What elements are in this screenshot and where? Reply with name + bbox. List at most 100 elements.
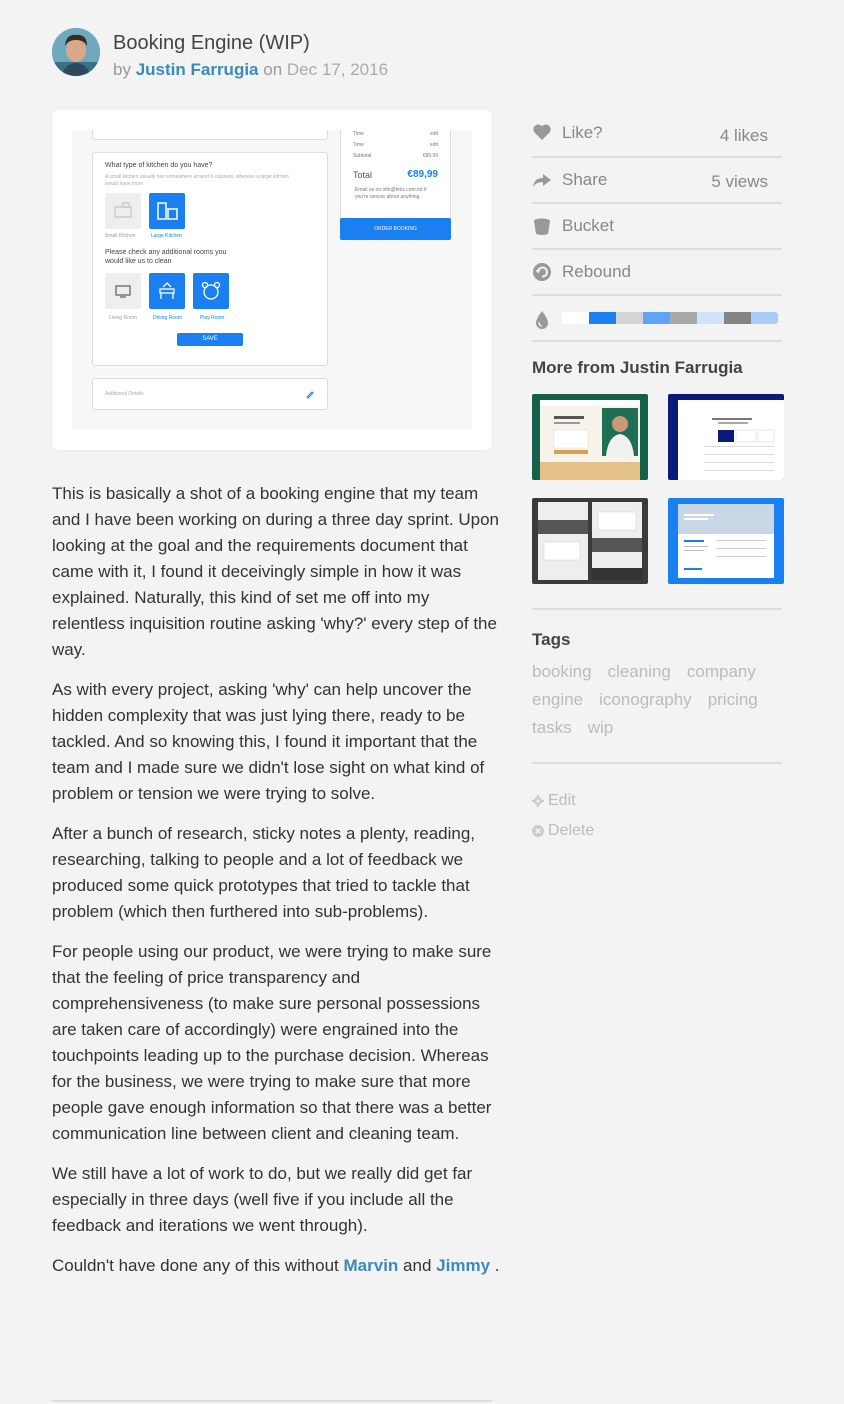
shot-description: This is basically a shot of a booking en… bbox=[52, 481, 500, 1293]
rebound-row[interactable]: Rebound bbox=[532, 250, 782, 296]
summary-time-1: Time bbox=[353, 131, 364, 137]
color-swatch[interactable] bbox=[589, 312, 616, 324]
color-swatch[interactable] bbox=[724, 312, 751, 324]
delete-link[interactable]: Delete bbox=[532, 822, 594, 840]
views-count: 5 views bbox=[711, 172, 768, 191]
preview-order-button: ORDER BOOKING bbox=[340, 218, 451, 240]
small-kitchen-tile bbox=[105, 193, 141, 229]
summary-total: Total bbox=[353, 170, 373, 180]
large-kitchen-label: Large Kitchen bbox=[151, 233, 182, 239]
tag-item[interactable]: cleaning bbox=[608, 658, 671, 686]
more-shot-thumbnail-4[interactable] bbox=[668, 498, 784, 584]
like-label[interactable]: Like? bbox=[562, 123, 603, 143]
bucket-label[interactable]: Bucket bbox=[562, 216, 614, 236]
jimmy-link[interactable]: Jimmy bbox=[436, 1256, 490, 1275]
description-divider bbox=[52, 1400, 492, 1402]
shot-header: Booking Engine (WIP) by Justin Farrugia … bbox=[52, 28, 812, 80]
by-text: by bbox=[113, 60, 131, 79]
bucket-icon bbox=[534, 218, 550, 235]
kitchen-hint-2: would have more bbox=[105, 181, 144, 187]
gear-icon bbox=[532, 795, 544, 807]
shot-image: What type of kitchen do you have? A smal… bbox=[72, 130, 472, 430]
color-swatch[interactable] bbox=[616, 312, 643, 324]
thanks-prefix: Couldn't have done any of this without bbox=[52, 1256, 339, 1275]
color-swatch[interactable] bbox=[670, 312, 697, 324]
shot-date: Dec 17, 2016 bbox=[286, 60, 389, 79]
color-swatch[interactable] bbox=[751, 312, 778, 324]
tag-item[interactable]: tasks bbox=[532, 714, 572, 742]
more-from-title: More from Justin Farrugia bbox=[532, 358, 743, 377]
kitchen-hint-1: A small kitchen usually has somewhere ar… bbox=[105, 174, 289, 180]
tag-item[interactable]: iconography bbox=[599, 686, 692, 714]
kitchen-question: What type of kitchen do you have? bbox=[105, 162, 213, 169]
living-room-label: Living Room bbox=[109, 315, 137, 321]
description-paragraph-5: We still have a lot of work to do, but w… bbox=[52, 1164, 473, 1235]
summary-edit-2: edit bbox=[429, 142, 438, 148]
author-avatar[interactable] bbox=[52, 28, 100, 76]
description-paragraph-3: After a bunch of research, sticky notes … bbox=[52, 824, 476, 921]
edit-link[interactable]: Edit bbox=[532, 792, 576, 810]
thanks-suffix: . bbox=[494, 1256, 500, 1275]
color-swatch[interactable] bbox=[643, 312, 670, 324]
description-paragraph-1: This is basically a shot of a booking en… bbox=[52, 484, 500, 659]
tag-item[interactable]: booking bbox=[532, 658, 592, 686]
preview-top-box bbox=[92, 130, 328, 140]
tag-list: booking cleaning company engine iconogra… bbox=[532, 658, 782, 742]
rooms-question-2: would like us to clean bbox=[105, 258, 172, 265]
close-icon bbox=[532, 825, 544, 837]
drop-icon bbox=[536, 311, 548, 329]
description-paragraph-6: Couldn't have done any of this without M… bbox=[52, 1253, 500, 1279]
delete-label[interactable]: Delete bbox=[548, 822, 594, 840]
tag-item[interactable]: pricing bbox=[708, 686, 758, 714]
more-shot-thumbnail-3[interactable] bbox=[532, 498, 648, 584]
description-paragraph-4: For people using our product, we were tr… bbox=[52, 942, 492, 1143]
share-row[interactable]: Share 5 views bbox=[532, 158, 782, 204]
rooms-question-1: Please check any additional rooms you bbox=[105, 249, 227, 256]
summary-total-value: €89,99 bbox=[407, 169, 438, 180]
tag-item[interactable]: engine bbox=[532, 686, 583, 714]
summary-subtotal-value: €89.99 bbox=[422, 153, 438, 159]
tags-title: Tags bbox=[532, 630, 571, 649]
small-kitchen-label: Small Kitchen bbox=[105, 233, 136, 239]
on-text: on bbox=[263, 60, 283, 79]
shot-sidebar: Like? 4 likes Share 5 views Bucket Rebou… bbox=[532, 112, 784, 839]
preview-additional-details: Additional Details bbox=[92, 378, 328, 410]
pencil-icon bbox=[306, 391, 314, 399]
tag-item[interactable]: wip bbox=[588, 714, 614, 742]
color-swatch[interactable] bbox=[697, 312, 724, 324]
preview-save-button: SAVE bbox=[177, 333, 243, 346]
likes-count[interactable]: 4 likes bbox=[720, 126, 768, 146]
large-kitchen-tile bbox=[149, 193, 185, 229]
tag-item[interactable]: company bbox=[687, 658, 756, 686]
bucket-row[interactable]: Bucket bbox=[532, 204, 782, 250]
shot-title: Booking Engine (WIP) bbox=[113, 32, 310, 54]
color-swatch[interactable] bbox=[562, 312, 589, 324]
thumbnails-divider bbox=[532, 608, 782, 610]
share-label[interactable]: Share bbox=[562, 170, 607, 190]
more-shot-thumbnail-1[interactable] bbox=[532, 394, 648, 480]
dining-room-label: Dining Room bbox=[153, 315, 182, 321]
edit-label[interactable]: Edit bbox=[548, 792, 576, 810]
play-room-label: Play Room bbox=[200, 315, 225, 321]
color-palette bbox=[562, 312, 778, 324]
living-room-tile bbox=[105, 273, 141, 309]
summary-subtotal: Subtotal bbox=[353, 153, 372, 159]
share-arrow-icon bbox=[533, 174, 551, 187]
play-room-tile bbox=[193, 273, 229, 309]
preview-kitchen-form: What type of kitchen do you have? A smal… bbox=[92, 152, 328, 366]
heart-icon bbox=[533, 124, 551, 140]
tags-divider bbox=[532, 762, 782, 764]
marvin-link[interactable]: Marvin bbox=[344, 1256, 399, 1275]
more-shot-thumbnail-2[interactable] bbox=[668, 394, 784, 480]
byline: by Justin Farrugia on Dec 17, 2016 bbox=[113, 60, 388, 80]
like-row[interactable]: Like? 4 likes bbox=[532, 112, 782, 158]
summary-email-2: you're unsure about anything. bbox=[355, 194, 421, 200]
shot-preview-card[interactable]: What type of kitchen do you have? A smal… bbox=[52, 110, 492, 450]
description-paragraph-2: As with every project, asking 'why' can … bbox=[52, 680, 485, 803]
thanks-and: and bbox=[403, 1256, 432, 1275]
rebound-icon bbox=[533, 263, 551, 281]
dining-room-tile bbox=[149, 273, 185, 309]
rebound-label[interactable]: Rebound bbox=[562, 262, 631, 282]
summary-time-2: Time bbox=[353, 142, 364, 148]
author-link[interactable]: Justin Farrugia bbox=[136, 60, 259, 79]
